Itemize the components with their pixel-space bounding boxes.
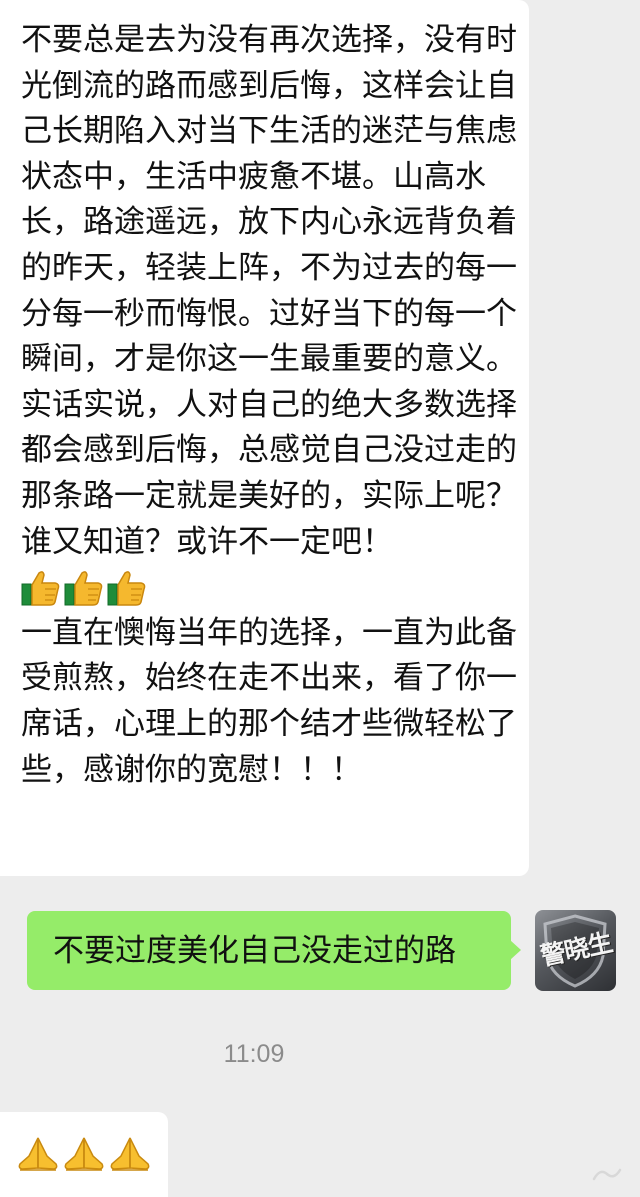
thumbs-up-icon: [107, 569, 147, 607]
incoming-message-bubble[interactable]: 不要总是去为没有再次选择，没有时光倒流的路而感到后悔，这样会让自己长期陷入对当下…: [0, 0, 529, 876]
outgoing-message-bubble[interactable]: 不要过度美化自己没走过的路: [27, 911, 521, 990]
thumbs-up-emoji-row: [21, 565, 517, 611]
folded-hands-icon: [109, 1134, 151, 1176]
message-timestamp: 11:09: [223, 1040, 285, 1068]
folded-hands-icon: [17, 1134, 59, 1176]
incoming-message-bubble[interactable]: [0, 1112, 168, 1197]
avatar[interactable]: 警晓生: [535, 910, 616, 991]
watermark-icon: [592, 1166, 622, 1184]
thumbs-up-icon: [64, 569, 104, 607]
message-text: 不要总是去为没有再次选择，没有时光倒流的路而感到后悔，这样会让自己长期陷入对当下…: [21, 22, 517, 560]
message-text: 不要过度美化自己没走过的路: [53, 932, 456, 969]
message-text: 一直在懊悔当年的选择，一直为此备受煎熬，始终在走不出来，看了你一席话，心理上的那…: [21, 614, 517, 788]
folded-hands-icon: [63, 1134, 105, 1176]
thumbs-up-icon: [21, 569, 61, 607]
